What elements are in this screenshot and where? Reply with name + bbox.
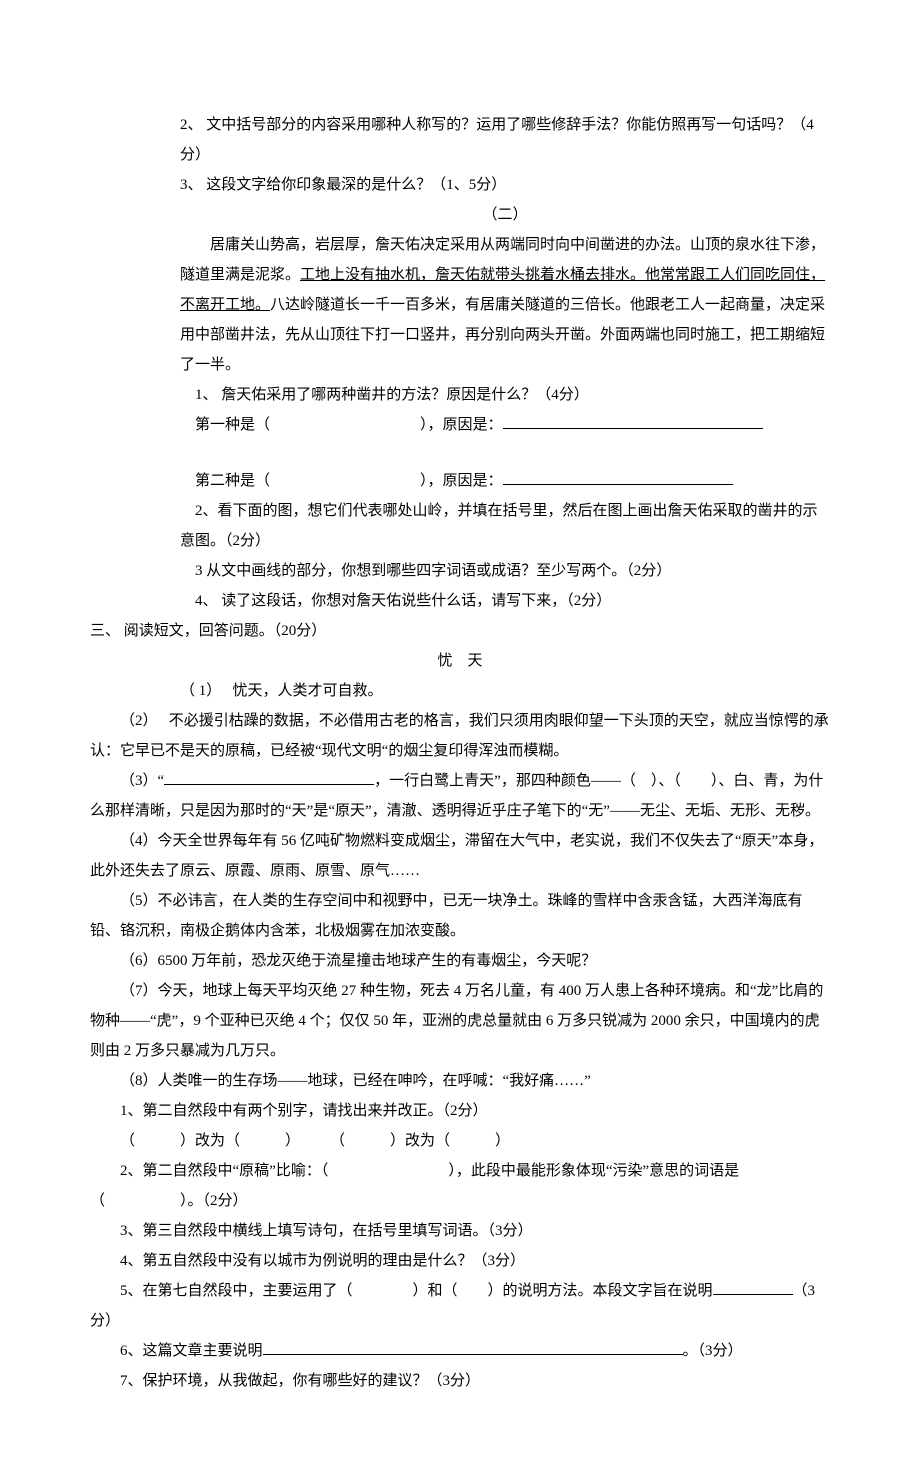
reading-q5: 5、在第七自然段中，主要运用了（ ）和（ ）的说明方法。本段文字旨在说明（3分） xyxy=(90,1276,830,1336)
p2-q1-second-label: 第二种是（ ），原因是： xyxy=(195,473,503,489)
question-3: 3、 这段文字给你印象最深的是什么？（1、5分） xyxy=(90,170,830,200)
para-3-b: ，一行白鹭上青天”，那四种颜色——（ ）、（ ）、白、青，为什么那样清晰，只是因… xyxy=(90,773,823,819)
para-6: （6）6500 万年前，恐龙灭绝于流星撞击地球产生的有毒烟尘，今天呢？ xyxy=(90,946,830,976)
para-1: （ 1） 忧天，人类才可自救。 xyxy=(90,676,830,706)
para-3: （3）“，一行白鹭上青天”，那四种颜色——（ ）、（ ）、白、青，为什么那样清晰… xyxy=(90,766,830,826)
para-5: （5）不必讳言，在人类的生存空间中和视野中，已无一块净土。珠峰的雪样中含汞含锰，… xyxy=(90,886,830,946)
reading-q3: 3、第三自然段中横线上填写诗句，在括号里填写词语。（3分） xyxy=(90,1216,830,1246)
blank-line[interactable] xyxy=(263,1354,683,1355)
p2-q1-second: 第二种是（ ），原因是： xyxy=(90,466,830,496)
p2-q2: 2、看下面的图，想它们代表哪处山岭，并填在括号里，然后在图上画出詹天佑采取的凿井… xyxy=(90,496,830,556)
p2-q4: 4、 读了这段话，你想对詹天佑说些什么话，请写下来，（2分） xyxy=(90,586,830,616)
para-2: （2） 不必援引枯躁的数据，不必借用古老的格言，我们只须用肉眼仰望一下头顶的天空… xyxy=(90,706,830,766)
para-4: （4）今天全世界每年有 56 亿吨矿物燃料变成烟尘，滞留在大气中，老实说，我们不… xyxy=(90,826,830,886)
blank-line[interactable] xyxy=(503,484,733,485)
reading-q5-a: 5、在第七自然段中，主要运用了（ ）和（ ）的说明方法。本段文字旨在说明 xyxy=(120,1283,713,1299)
section-3-heading: 三、 阅读短文，回答问题。（20分） xyxy=(90,616,830,646)
p2-q3: 3 从文中画线的部分，你想到哪些四字词语或成语？至少写两个。（2分） xyxy=(90,556,830,586)
blank-line[interactable] xyxy=(713,1294,793,1295)
reading-q4: 4、第五自然段中没有以城市为例说明的理由是什么？（3分） xyxy=(90,1246,830,1276)
reading-q6-b: 。（3分） xyxy=(683,1343,743,1359)
reading-q6-a: 6、这篇文章主要说明 xyxy=(120,1343,263,1359)
reading-q2: 2、第二自然段中“原稿”比喻：（ ），此段中最能形象体现“污染”意思的词语是（ … xyxy=(90,1156,830,1216)
reading-q1-blanks: （ ）改为（ ） （ ）改为（ ） xyxy=(90,1126,830,1156)
p2-q1: 1、 詹天佑采用了哪两种凿井的方法？原因是什么？（4分） xyxy=(90,380,830,410)
passage-2-text-b: 八达岭隧道长一千一百多米，有居庸关隧道的三倍长。他跟老工人一起商量，决定采用中部… xyxy=(180,297,825,373)
question-2: 2、 文中括号部分的内容采用哪种人称写的？运用了哪些修辞手法？你能仿照再写一句话… xyxy=(90,110,830,170)
blank-line[interactable] xyxy=(164,784,374,785)
passage-3-title: 忧 天 xyxy=(90,646,830,676)
passage-2: 居庸关山势高，岩层厚，詹天佑决定采用从两端同时向中间凿进的办法。山顶的泉水往下渗… xyxy=(90,230,830,380)
para-8: （8）人类唯一的生存场——地球，已经在呻吟，在呼喊：“我好痛……” xyxy=(90,1066,830,1096)
section-2-title: （二） xyxy=(90,200,830,230)
reading-q7: 7、保护环境，从我做起，你有哪些好的建议？（3分） xyxy=(90,1366,830,1396)
para-7: （7）今天，地球上每天平均灭绝 27 种生物，死去 4 万名儿童，有 400 万… xyxy=(90,976,830,1066)
p2-q1-first-label: 第一种是（ ），原因是： xyxy=(195,417,503,433)
blank-line[interactable] xyxy=(503,428,763,429)
p2-q1-first: 第一种是（ ），原因是： xyxy=(90,410,830,440)
para-3-a: （3）“ xyxy=(120,773,164,789)
reading-q6: 6、这篇文章主要说明 。（3分） xyxy=(90,1336,830,1366)
reading-q1: 1、第二自然段中有两个别字，请找出来并改正。（2分） xyxy=(90,1096,830,1126)
